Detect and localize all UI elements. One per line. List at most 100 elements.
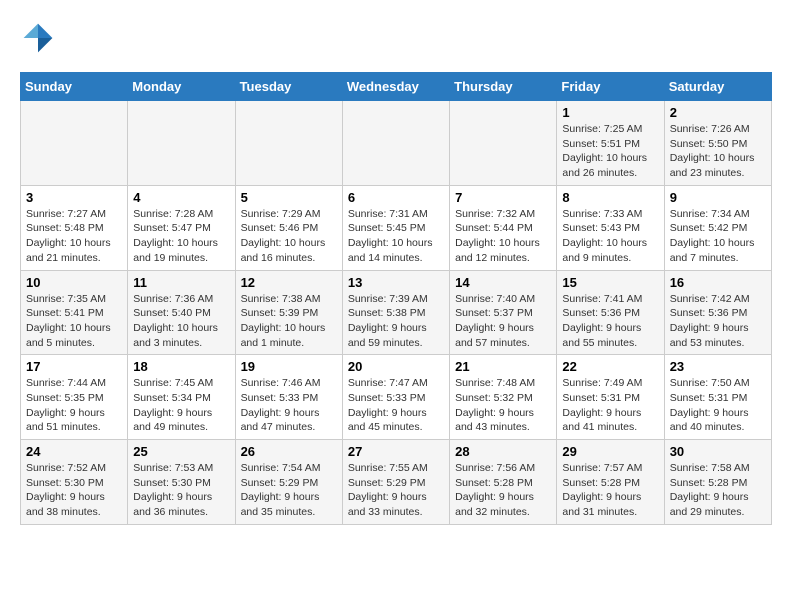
calendar-cell: 3 Sunrise: 7:27 AM Sunset: 5:48 PM Daylig… — [21, 185, 128, 270]
day-number: 19 — [241, 359, 337, 374]
day-number: 5 — [241, 190, 337, 205]
calendar-body: 1 Sunrise: 7:25 AM Sunset: 5:51 PM Daylig… — [21, 101, 772, 525]
day-number: 3 — [26, 190, 122, 205]
day-number: 1 — [562, 105, 658, 120]
day-info: Sunrise: 7:39 AM Sunset: 5:38 PM Dayligh… — [348, 292, 444, 351]
calendar-cell: 4 Sunrise: 7:28 AM Sunset: 5:47 PM Daylig… — [128, 185, 235, 270]
weekday-header-row: SundayMondayTuesdayWednesdayThursdayFrid… — [21, 73, 772, 101]
day-number: 23 — [670, 359, 766, 374]
day-info: Sunrise: 7:25 AM Sunset: 5:51 PM Dayligh… — [562, 122, 658, 181]
calendar-cell: 17 Sunrise: 7:44 AM Sunset: 5:35 PM Dayli… — [21, 355, 128, 440]
calendar-cell: 12 Sunrise: 7:38 AM Sunset: 5:39 PM Dayli… — [235, 270, 342, 355]
day-info: Sunrise: 7:32 AM Sunset: 5:44 PM Dayligh… — [455, 207, 551, 266]
calendar-week-5: 24 Sunrise: 7:52 AM Sunset: 5:30 PM Dayli… — [21, 440, 772, 525]
day-number: 9 — [670, 190, 766, 205]
day-number: 11 — [133, 275, 229, 290]
page-header — [20, 20, 772, 56]
calendar-cell: 26 Sunrise: 7:54 AM Sunset: 5:29 PM Dayli… — [235, 440, 342, 525]
day-number: 30 — [670, 444, 766, 459]
day-info: Sunrise: 7:40 AM Sunset: 5:37 PM Dayligh… — [455, 292, 551, 351]
calendar-week-3: 10 Sunrise: 7:35 AM Sunset: 5:41 PM Dayli… — [21, 270, 772, 355]
calendar-cell — [342, 101, 449, 186]
day-info: Sunrise: 7:49 AM Sunset: 5:31 PM Dayligh… — [562, 376, 658, 435]
day-number: 28 — [455, 444, 551, 459]
weekday-header-wednesday: Wednesday — [342, 73, 449, 101]
day-info: Sunrise: 7:29 AM Sunset: 5:46 PM Dayligh… — [241, 207, 337, 266]
day-number: 15 — [562, 275, 658, 290]
weekday-header-sunday: Sunday — [21, 73, 128, 101]
calendar-cell: 18 Sunrise: 7:45 AM Sunset: 5:34 PM Dayli… — [128, 355, 235, 440]
calendar-week-4: 17 Sunrise: 7:44 AM Sunset: 5:35 PM Dayli… — [21, 355, 772, 440]
day-info: Sunrise: 7:31 AM Sunset: 5:45 PM Dayligh… — [348, 207, 444, 266]
day-info: Sunrise: 7:41 AM Sunset: 5:36 PM Dayligh… — [562, 292, 658, 351]
calendar-cell: 16 Sunrise: 7:42 AM Sunset: 5:36 PM Dayli… — [664, 270, 771, 355]
calendar-cell: 9Sunrise: 7:34 AM Sunset: 5:42 PM Daylig… — [664, 185, 771, 270]
weekday-header-thursday: Thursday — [450, 73, 557, 101]
day-info: Sunrise: 7:33 AM Sunset: 5:43 PM Dayligh… — [562, 207, 658, 266]
day-number: 4 — [133, 190, 229, 205]
day-info: Sunrise: 7:42 AM Sunset: 5:36 PM Dayligh… — [670, 292, 766, 351]
calendar-cell: 14 Sunrise: 7:40 AM Sunset: 5:37 PM Dayli… — [450, 270, 557, 355]
day-info: Sunrise: 7:56 AM Sunset: 5:28 PM Dayligh… — [455, 461, 551, 520]
day-info: Sunrise: 7:27 AM Sunset: 5:48 PM Dayligh… — [26, 207, 122, 266]
calendar-cell: 11 Sunrise: 7:36 AM Sunset: 5:40 PM Dayli… — [128, 270, 235, 355]
calendar-cell: 24 Sunrise: 7:52 AM Sunset: 5:30 PM Dayli… — [21, 440, 128, 525]
day-number: 7 — [455, 190, 551, 205]
calendar-cell: 8 Sunrise: 7:33 AM Sunset: 5:43 PM Daylig… — [557, 185, 664, 270]
calendar-cell: 25Sunrise: 7:53 AM Sunset: 5:30 PM Dayli… — [128, 440, 235, 525]
calendar-cell — [21, 101, 128, 186]
day-number: 6 — [348, 190, 444, 205]
day-number: 25 — [133, 444, 229, 459]
day-info: Sunrise: 7:52 AM Sunset: 5:30 PM Dayligh… — [26, 461, 122, 520]
day-number: 18 — [133, 359, 229, 374]
calendar-cell: 29 Sunrise: 7:57 AM Sunset: 5:28 PM Dayli… — [557, 440, 664, 525]
day-number: 2 — [670, 105, 766, 120]
day-number: 14 — [455, 275, 551, 290]
logo-icon — [20, 20, 56, 56]
day-info: Sunrise: 7:57 AM Sunset: 5:28 PM Dayligh… — [562, 461, 658, 520]
day-info: Sunrise: 7:26 AM Sunset: 5:50 PM Dayligh… — [670, 122, 766, 181]
day-number: 20 — [348, 359, 444, 374]
day-info: Sunrise: 7:28 AM Sunset: 5:47 PM Dayligh… — [133, 207, 229, 266]
day-info: Sunrise: 7:47 AM Sunset: 5:33 PM Dayligh… — [348, 376, 444, 435]
calendar-cell: 21Sunrise: 7:48 AM Sunset: 5:32 PM Dayli… — [450, 355, 557, 440]
calendar-cell: 5 Sunrise: 7:29 AM Sunset: 5:46 PM Daylig… — [235, 185, 342, 270]
weekday-header-tuesday: Tuesday — [235, 73, 342, 101]
day-number: 29 — [562, 444, 658, 459]
day-info: Sunrise: 7:45 AM Sunset: 5:34 PM Dayligh… — [133, 376, 229, 435]
day-number: 27 — [348, 444, 444, 459]
day-info: Sunrise: 7:35 AM Sunset: 5:41 PM Dayligh… — [26, 292, 122, 351]
day-info: Sunrise: 7:50 AM Sunset: 5:31 PM Dayligh… — [670, 376, 766, 435]
day-number: 26 — [241, 444, 337, 459]
calendar-cell: 20 Sunrise: 7:47 AM Sunset: 5:33 PM Dayli… — [342, 355, 449, 440]
calendar-cell: 13 Sunrise: 7:39 AM Sunset: 5:38 PM Dayli… — [342, 270, 449, 355]
calendar-week-1: 1 Sunrise: 7:25 AM Sunset: 5:51 PM Daylig… — [21, 101, 772, 186]
day-number: 12 — [241, 275, 337, 290]
day-number: 13 — [348, 275, 444, 290]
calendar-cell — [235, 101, 342, 186]
day-info: Sunrise: 7:36 AM Sunset: 5:40 PM Dayligh… — [133, 292, 229, 351]
day-info: Sunrise: 7:54 AM Sunset: 5:29 PM Dayligh… — [241, 461, 337, 520]
day-info: Sunrise: 7:58 AM Sunset: 5:28 PM Dayligh… — [670, 461, 766, 520]
calendar-cell — [450, 101, 557, 186]
day-number: 16 — [670, 275, 766, 290]
day-info: Sunrise: 7:44 AM Sunset: 5:35 PM Dayligh… — [26, 376, 122, 435]
day-info: Sunrise: 7:48 AM Sunset: 5:32 PM Dayligh… — [455, 376, 551, 435]
day-info: Sunrise: 7:38 AM Sunset: 5:39 PM Dayligh… — [241, 292, 337, 351]
weekday-header-saturday: Saturday — [664, 73, 771, 101]
day-number: 10 — [26, 275, 122, 290]
day-info: Sunrise: 7:46 AM Sunset: 5:33 PM Dayligh… — [241, 376, 337, 435]
logo — [20, 20, 60, 56]
calendar-cell: 10 Sunrise: 7:35 AM Sunset: 5:41 PM Dayli… — [21, 270, 128, 355]
calendar-cell: 22Sunrise: 7:49 AM Sunset: 5:31 PM Dayli… — [557, 355, 664, 440]
calendar-cell: 7 Sunrise: 7:32 AM Sunset: 5:44 PM Daylig… — [450, 185, 557, 270]
day-number: 8 — [562, 190, 658, 205]
calendar-cell: 1 Sunrise: 7:25 AM Sunset: 5:51 PM Daylig… — [557, 101, 664, 186]
calendar-week-2: 3 Sunrise: 7:27 AM Sunset: 5:48 PM Daylig… — [21, 185, 772, 270]
calendar-cell: 27 Sunrise: 7:55 AM Sunset: 5:29 PM Dayli… — [342, 440, 449, 525]
day-info: Sunrise: 7:55 AM Sunset: 5:29 PM Dayligh… — [348, 461, 444, 520]
weekday-header-monday: Monday — [128, 73, 235, 101]
day-number: 17 — [26, 359, 122, 374]
calendar-cell: 2 Sunrise: 7:26 AM Sunset: 5:50 PM Daylig… — [664, 101, 771, 186]
day-number: 24 — [26, 444, 122, 459]
